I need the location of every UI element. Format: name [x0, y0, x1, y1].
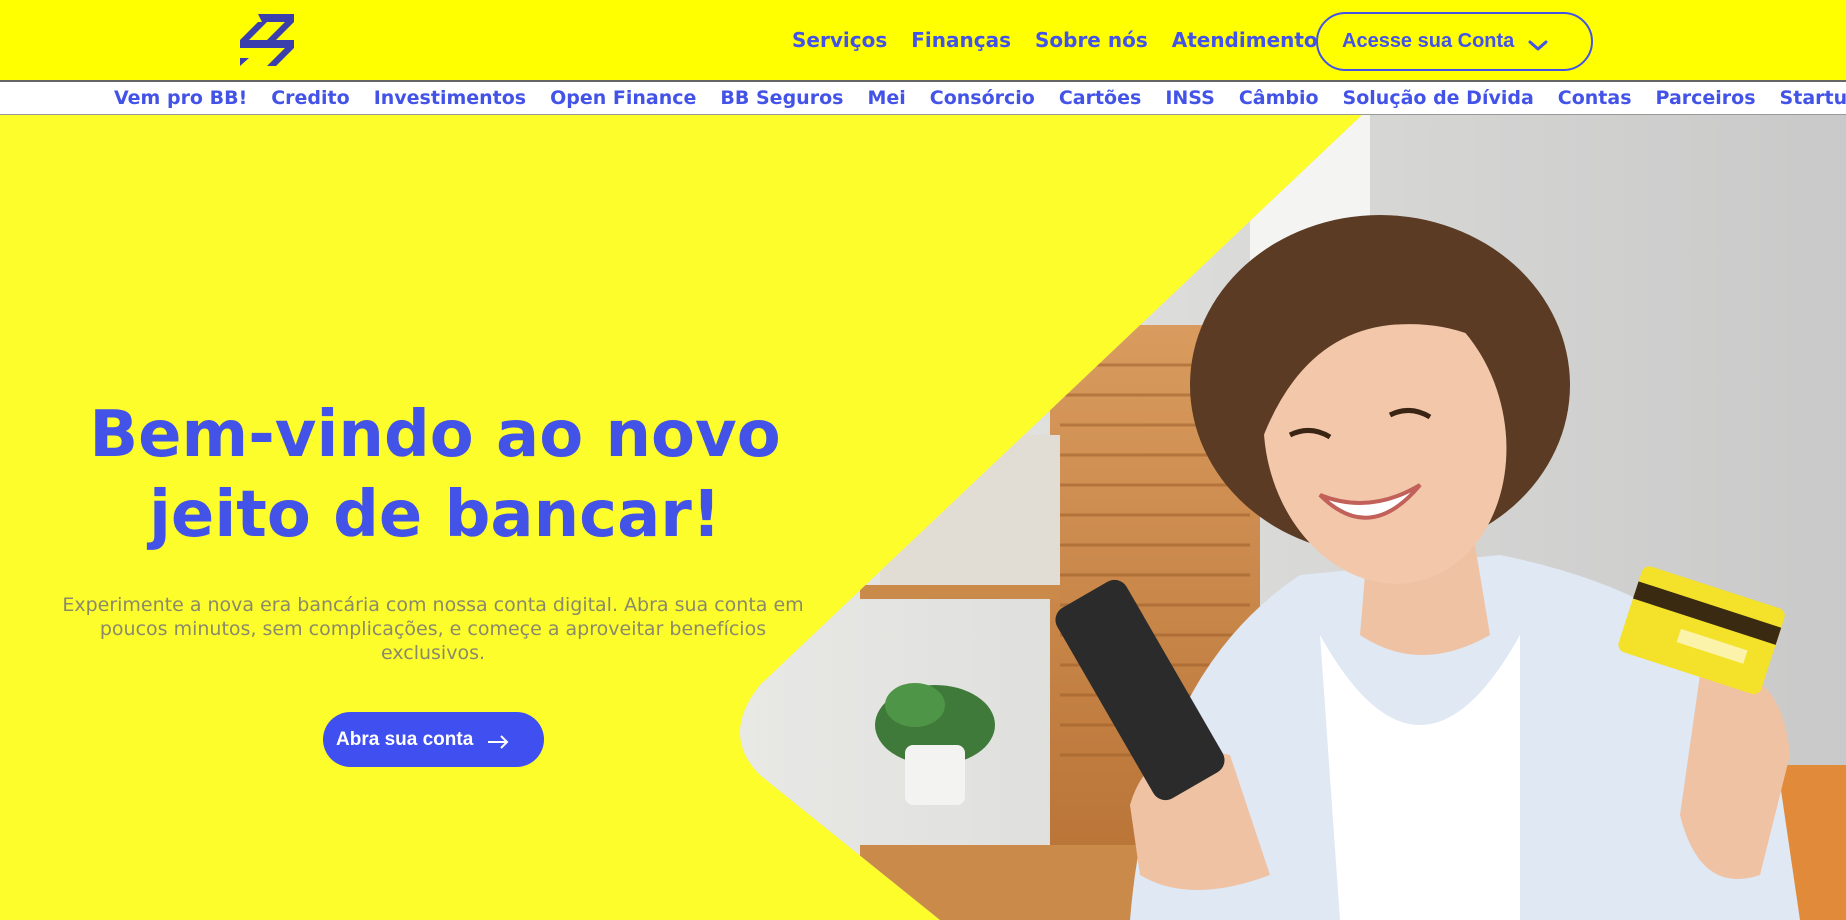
subnav-item-parceiros[interactable]: Parceiros — [1656, 87, 1756, 109]
hero-subtitle: Experimente a nova era bancária com noss… — [62, 594, 804, 664]
hero-section: Bem-vindo ao novo jeito de bancar! Exper… — [0, 115, 1846, 920]
subnav-item-contas[interactable]: Contas — [1558, 87, 1632, 109]
hero-title-line-2: jeito de bancar! — [148, 478, 722, 552]
open-account-label: Abra sua conta — [336, 728, 474, 750]
nav-atendimento[interactable]: Atendimento — [1172, 28, 1318, 52]
subnav-item-investimentos[interactable]: Investimentos — [374, 87, 526, 109]
nav-servicos[interactable]: Serviços — [792, 28, 887, 52]
main-nav: Serviços Finanças Sobre nós Atendimento — [780, 0, 1330, 80]
nav-sobre-nos[interactable]: Sobre nós — [1035, 28, 1148, 52]
nav-financas[interactable]: Finanças — [911, 28, 1011, 52]
subnav-item-solucao-de-divida[interactable]: Solução de Dívida — [1343, 87, 1534, 109]
chevron-down-icon — [1528, 35, 1548, 50]
subnav-item-consorcio[interactable]: Consórcio — [930, 87, 1035, 109]
subnav-item-inss[interactable]: INSS — [1165, 87, 1215, 109]
bb-logo-icon[interactable] — [238, 12, 296, 68]
subnav-item-bb-seguros[interactable]: BB Seguros — [720, 87, 843, 109]
access-account-label: Acesse sua Conta — [1342, 30, 1515, 52]
subnav-item-vem-pro-bb[interactable]: Vem pro BB! — [114, 87, 247, 109]
subnav-item-open-finance[interactable]: Open Finance — [550, 87, 696, 109]
top-header: Serviços Finanças Sobre nós Atendimento … — [0, 0, 1846, 82]
subnav-item-cambio[interactable]: Câmbio — [1239, 87, 1319, 109]
hero-title-line-1: Bem-vindo ao novo — [89, 398, 781, 472]
subnav-item-cartoes[interactable]: Cartões — [1059, 87, 1141, 109]
category-nav: Vem pro BB! Credito Investimentos Open F… — [0, 82, 1846, 115]
access-account-button[interactable]: Acesse sua Conta — [1316, 12, 1593, 71]
subnav-item-mei[interactable]: Mei — [867, 87, 905, 109]
subnav-item-startups[interactable]: Startups — [1780, 87, 1846, 109]
hero-title: Bem-vindo ao novo jeito de bancar! — [40, 395, 830, 555]
subnav-item-credito[interactable]: Credito — [271, 87, 349, 109]
arrow-right-icon — [487, 733, 509, 749]
open-account-button[interactable]: Abra sua conta — [323, 712, 544, 767]
